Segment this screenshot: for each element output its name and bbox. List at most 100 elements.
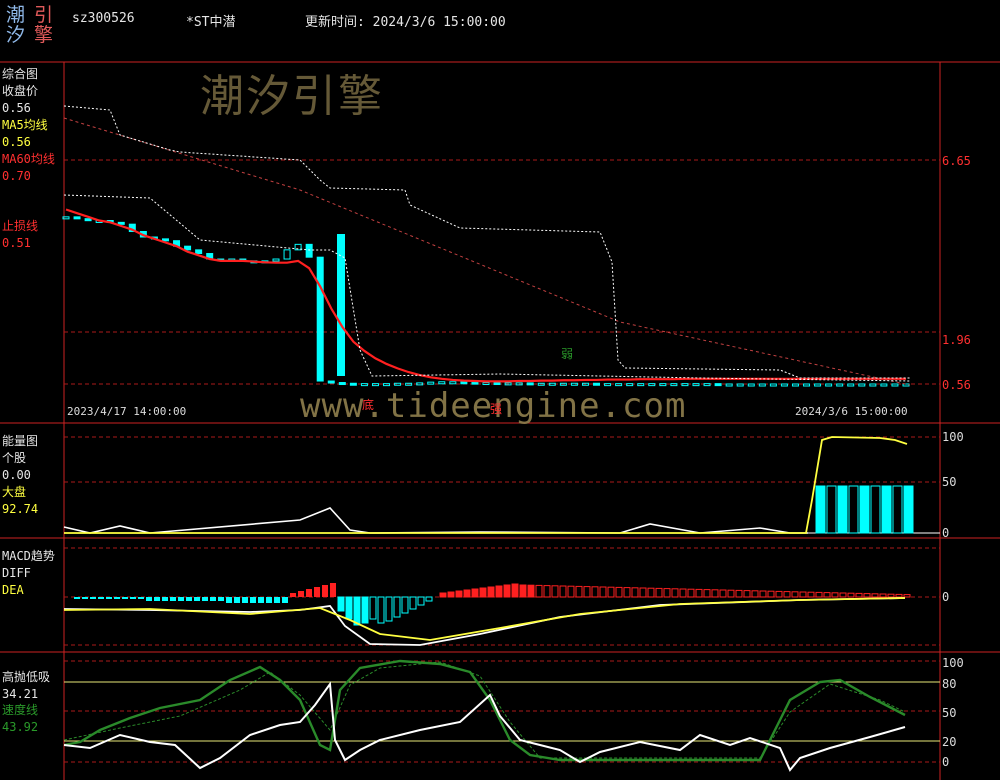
upper-envelope-dotted xyxy=(63,105,910,379)
macd-hist-neg-small xyxy=(122,597,128,599)
price-candle xyxy=(858,383,866,387)
macd-hist-pos xyxy=(647,587,655,598)
macd-hist-neg-small xyxy=(82,597,88,599)
price-candle xyxy=(316,256,324,382)
energy-bar xyxy=(859,485,870,534)
macd-hist-pos xyxy=(807,591,815,598)
macd-hist-pos xyxy=(322,585,328,597)
energy-value-market: 92.74 xyxy=(2,502,39,516)
kdj-main-line xyxy=(63,681,906,772)
macd-hist-pos xyxy=(543,585,551,598)
macd-label-dea: DEA xyxy=(2,583,24,597)
start-date: 2023/4/17 14:00:00 xyxy=(67,405,187,418)
energy-label-stock: 个股 xyxy=(2,451,27,465)
macd-hist-neg-small xyxy=(178,597,184,601)
price-candle xyxy=(349,382,357,386)
macd-hist-neg xyxy=(393,596,401,618)
price-candle xyxy=(161,238,169,242)
price-candle xyxy=(902,383,910,387)
macd-hist-pos xyxy=(599,586,607,598)
energy-label-title: 能量图 xyxy=(2,434,39,448)
macd-hist-pos xyxy=(815,591,823,598)
macd-hist-neg-small xyxy=(194,597,200,601)
macd-hist-pos xyxy=(306,589,312,597)
price-candle xyxy=(526,382,534,386)
macd-hist-pos xyxy=(479,587,487,598)
macd-hist-pos xyxy=(567,585,575,598)
macd-hist-pos xyxy=(695,588,703,598)
macd-hist-pos xyxy=(639,587,647,598)
macd-hist-pos xyxy=(503,584,511,598)
macd-hist-neg-small xyxy=(98,597,104,599)
macd-hist-pos xyxy=(879,593,887,598)
macd-hist-pos xyxy=(719,589,727,598)
macd-hist-pos xyxy=(314,587,320,597)
macd-hist-neg xyxy=(425,596,433,602)
macd-axis-tick-0: 0 xyxy=(942,590,950,604)
macd-hist-pos xyxy=(495,585,503,598)
kdj-axis-tick-100: 100 xyxy=(942,656,964,670)
macd-hist-pos xyxy=(863,593,871,598)
macd-hist-neg-small xyxy=(218,597,224,601)
main-axis-tick-1: 6.65 xyxy=(942,154,971,168)
price-candle xyxy=(272,258,280,262)
macd-hist-neg xyxy=(417,596,425,606)
kdj-axis-tick-20: 20 xyxy=(942,735,957,749)
energy-axis-tick-50: 50 xyxy=(942,475,957,489)
energy-bar xyxy=(837,485,848,534)
macd-hist-pos xyxy=(759,590,767,598)
macd-hist-pos xyxy=(447,591,455,598)
macd-hist-pos xyxy=(847,592,855,598)
energy-bar xyxy=(881,485,892,534)
main-label-ma5: MA5均线 xyxy=(2,118,48,132)
macd-hist-neg xyxy=(409,596,417,610)
main-value-ma5: 0.56 xyxy=(2,135,31,149)
energy-bar xyxy=(826,485,837,534)
macd-hist-neg-small xyxy=(266,597,272,603)
price-candle xyxy=(891,383,899,387)
price-candle xyxy=(703,383,711,387)
signal-weak: 弱 xyxy=(561,347,574,361)
macd-hist-pos xyxy=(439,592,447,598)
macd-hist-pos xyxy=(330,583,336,597)
macd-hist-pos xyxy=(455,590,463,598)
macd-hist-neg-small xyxy=(274,597,280,603)
macd-hist-neg-small xyxy=(258,597,264,603)
macd-hist-neg-small xyxy=(146,597,152,601)
energy-axis-tick-100: 100 xyxy=(942,430,964,444)
macd-hist-neg xyxy=(337,596,345,612)
kdj-value-main: 34.21 xyxy=(2,687,39,701)
price-candle xyxy=(880,383,888,387)
macd-hist-neg-small xyxy=(226,597,232,603)
price-candle xyxy=(769,383,777,387)
macd-hist-neg-small xyxy=(74,597,80,599)
macd-hist-neg-small xyxy=(154,597,160,601)
price-candle xyxy=(195,249,203,255)
energy-bar xyxy=(848,485,859,534)
macd-hist-pos xyxy=(671,588,679,598)
price-candle xyxy=(791,383,799,387)
macd-hist-neg-small xyxy=(234,597,240,603)
macd-hist-pos xyxy=(679,588,687,598)
kdj-axis-tick-0: 0 xyxy=(942,755,950,769)
main-label-title: 综合图 xyxy=(2,67,39,81)
macd-hist-pos xyxy=(623,587,631,598)
energy-label-market: 大盘 xyxy=(2,485,27,499)
price-candle xyxy=(438,381,446,385)
macd-hist-pos xyxy=(551,585,559,598)
macd-hist-pos xyxy=(511,583,519,598)
macd-hist-pos xyxy=(903,594,911,598)
macd-hist-pos xyxy=(290,593,296,597)
kdj-speed-signal-dotted xyxy=(63,661,906,759)
macd-hist-pos xyxy=(799,591,807,598)
macd-hist-neg-small xyxy=(202,597,208,601)
lower-envelope-dotted xyxy=(63,194,911,382)
main-label-close: 收盘价 xyxy=(2,84,39,98)
macd-hist-pos xyxy=(519,584,527,598)
macd-hist-pos xyxy=(711,589,719,598)
macd-hist-pos xyxy=(775,590,783,598)
macd-hist-pos xyxy=(783,591,791,598)
signal-strong: 强 xyxy=(490,402,503,416)
macd-hist-pos xyxy=(839,592,847,598)
macd-hist-neg-small xyxy=(210,597,216,601)
